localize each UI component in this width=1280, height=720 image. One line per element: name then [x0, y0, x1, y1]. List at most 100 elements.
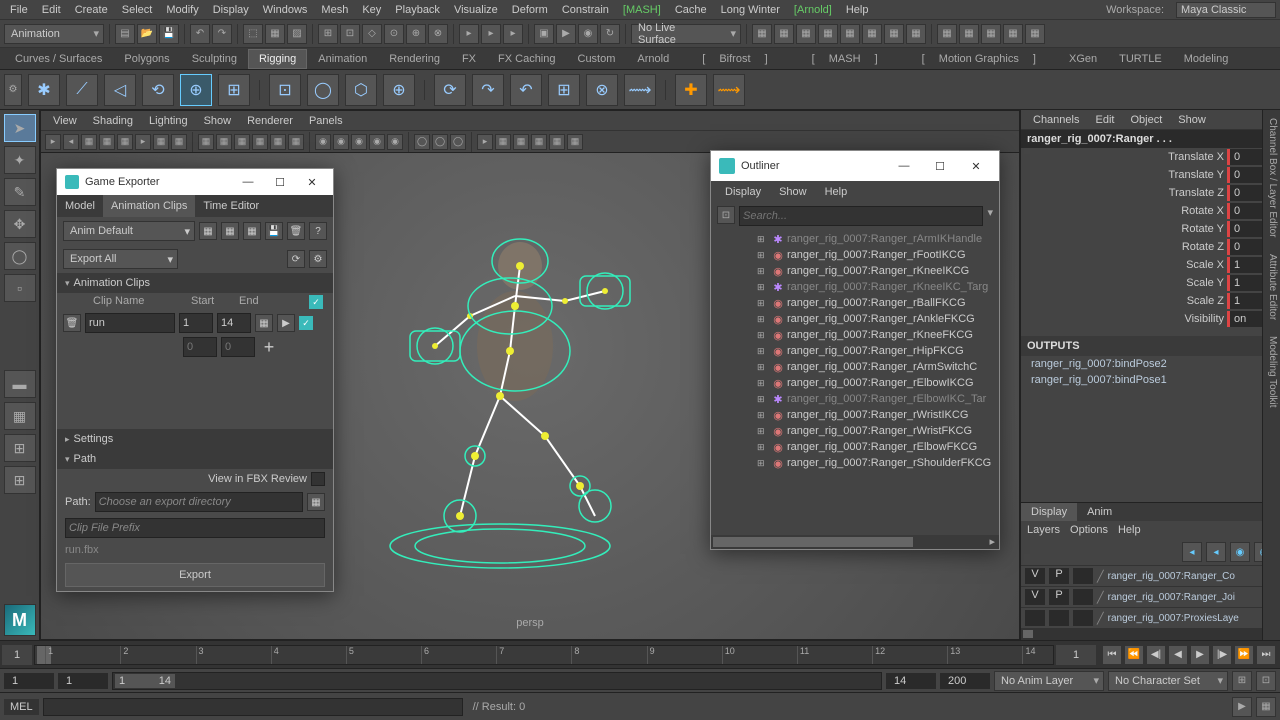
vp-icon[interactable]: ◯ — [414, 134, 430, 150]
menu-create[interactable]: Create — [69, 2, 114, 18]
shelf-icon-14[interactable]: ⊞ — [548, 74, 580, 106]
layer-row[interactable]: ╱ranger_rig_0007:ProxiesLaye — [1021, 607, 1280, 628]
outliner-item[interactable]: ⊞◉ranger_rig_0007:Ranger_rElbowFKCG — [711, 439, 999, 455]
shelf-icon-11[interactable]: ⟳ — [434, 74, 466, 106]
vp-icon[interactable]: ▦ — [270, 134, 286, 150]
output-node[interactable]: ranger_rig_0007:bindPose1 — [1021, 372, 1280, 388]
menu-cache[interactable]: Cache — [669, 2, 713, 18]
outliner-item[interactable]: ⊞◉ranger_rig_0007:Ranger_rKneeIKCG — [711, 263, 999, 279]
vp-menu-view[interactable]: View — [47, 115, 83, 127]
layer-color[interactable] — [1073, 589, 1093, 605]
paint-tool[interactable]: ✎ — [4, 178, 36, 206]
menu-select[interactable]: Select — [116, 2, 159, 18]
shelf-tab-custom[interactable]: Custom — [567, 49, 627, 69]
undo-icon[interactable]: ↶ — [190, 24, 210, 44]
hist-icon-2[interactable]: ▸ — [481, 24, 501, 44]
shelf-tab-fx-caching[interactable]: FX Caching — [487, 49, 566, 69]
layout-icon-4[interactable]: ▦ — [1003, 24, 1023, 44]
shelf-icon-6[interactable]: ⊞ — [218, 74, 250, 106]
shelf-icon-1[interactable]: ✱ — [28, 74, 60, 106]
menu-constrain[interactable]: Constrain — [556, 2, 615, 18]
shelf-icon-12[interactable]: ↷ — [472, 74, 504, 106]
vp-icon[interactable]: ▸ — [135, 134, 151, 150]
vp-menu-show[interactable]: Show — [198, 115, 238, 127]
outliner-item[interactable]: ⊞◉ranger_rig_0007:Ranger_rShoulderFKCG — [711, 455, 999, 471]
outliner-item[interactable]: ⊞◉ranger_rig_0007:Ranger_rElbowIKCG — [711, 375, 999, 391]
shelf-icon-8[interactable]: ◯ — [307, 74, 339, 106]
vp-menu-renderer[interactable]: Renderer — [241, 115, 299, 127]
set-range-icon[interactable]: ▦ — [255, 314, 273, 332]
shelf-tab-curves-surfaces[interactable]: Curves / Surfaces — [4, 49, 113, 69]
layer-menu-help[interactable]: Help — [1118, 524, 1141, 536]
panel-icon-4[interactable]: ▦ — [818, 24, 838, 44]
vp-icon[interactable]: ▦ — [153, 134, 169, 150]
layer-p[interactable] — [1049, 610, 1069, 626]
shelf-icon-13[interactable]: ↶ — [510, 74, 542, 106]
shelf-tab-polygons[interactable]: Polygons — [113, 49, 180, 69]
shelf-icon-4[interactable]: ⟲ — [142, 74, 174, 106]
outliner-item[interactable]: ⊞◉ranger_rig_0007:Ranger_rFootIKCG — [711, 247, 999, 263]
side-tab[interactable]: Channel Box / Layer Editor — [1263, 110, 1280, 246]
expand-icon[interactable]: ⊞ — [757, 234, 769, 245]
outliner-hscroll[interactable]: ▸ — [711, 535, 999, 549]
menu-arnold[interactable]: [Arnold] — [788, 2, 838, 18]
path-input[interactable]: Choose an export directory — [95, 492, 303, 512]
vp-icon[interactable]: ▦ — [198, 134, 214, 150]
channel-label[interactable]: Scale X — [1186, 259, 1230, 271]
snap-icon-3[interactable]: ◇ — [362, 24, 382, 44]
open-icon[interactable]: 📂 — [137, 24, 157, 44]
layer-menu-layers[interactable]: Layers — [1027, 524, 1060, 536]
layer-row[interactable]: VP╱ranger_rig_0007:Ranger_Joi — [1021, 586, 1280, 607]
clip-end-input[interactable] — [217, 313, 251, 333]
snap-icon-4[interactable]: ⊙ — [384, 24, 404, 44]
outliner-titlebar[interactable]: Outliner — ☐ ✕ — [711, 151, 999, 181]
vp-icon[interactable]: ◯ — [450, 134, 466, 150]
fbx-review-checkbox[interactable] — [311, 472, 325, 486]
layout-icon[interactable]: ▦ — [937, 24, 957, 44]
preset-icon[interactable]: ▦ — [221, 222, 239, 240]
expand-icon[interactable]: ⊞ — [757, 282, 769, 293]
hist-icon-3[interactable]: ▸ — [503, 24, 523, 44]
channel-node-name[interactable]: ranger_rig_0007:Ranger . . . — [1021, 130, 1280, 148]
range-end-inner[interactable]: 14 — [886, 673, 936, 689]
preset-icon[interactable]: ▦ — [243, 222, 261, 240]
script-editor-icon[interactable]: ▶ — [1232, 697, 1252, 717]
hist-icon[interactable]: ▸ — [459, 24, 479, 44]
expand-icon[interactable]: ⊞ — [757, 346, 769, 357]
preset-dropdown[interactable]: Anim Default — [63, 221, 195, 241]
scale-tool[interactable]: ▫ — [4, 274, 36, 302]
help-line-icon[interactable]: ▦ — [1256, 697, 1276, 717]
gear-icon[interactable]: ⚙ — [309, 250, 327, 268]
outliner-search[interactable] — [739, 206, 983, 226]
close-button[interactable]: ✕ — [299, 176, 325, 189]
ch-menu-show[interactable]: Show — [1172, 114, 1212, 126]
section-animation-clips[interactable]: Animation Clips — [57, 273, 333, 293]
shelf-icon-9[interactable]: ⬡ — [345, 74, 377, 106]
vp-icon[interactable]: ▦ — [171, 134, 187, 150]
next-key-button[interactable]: ⏩ — [1234, 645, 1254, 665]
save-icon[interactable]: 💾 — [159, 24, 179, 44]
section-path[interactable]: Path — [57, 449, 333, 469]
vp-icon[interactable]: ▦ — [495, 134, 511, 150]
layer-color[interactable] — [1073, 568, 1093, 584]
snap-icon-2[interactable]: ⊡ — [340, 24, 360, 44]
panel-icon-6[interactable]: ▦ — [862, 24, 882, 44]
layer-vis[interactable]: V — [1025, 568, 1045, 584]
layer-vis[interactable] — [1025, 610, 1045, 626]
menu-help[interactable]: Help — [840, 2, 875, 18]
panel-icon-3[interactable]: ▦ — [796, 24, 816, 44]
expand-icon[interactable]: ⊞ — [757, 442, 769, 453]
vp-icon[interactable]: ▸ — [477, 134, 493, 150]
vp-icon[interactable]: ▦ — [117, 134, 133, 150]
layout-four[interactable]: ▦ — [4, 402, 36, 430]
timeline-current[interactable]: 1 — [1056, 645, 1096, 665]
expand-icon[interactable]: ⊞ — [757, 330, 769, 341]
shelf-tab-fx[interactable]: FX — [451, 49, 487, 69]
outliner-menu-display[interactable]: Display — [717, 184, 769, 200]
menu-mash[interactable]: [MASH] — [617, 2, 667, 18]
export-button[interactable]: Export — [65, 563, 325, 587]
browse-icon[interactable]: ▦ — [307, 493, 325, 511]
side-tab[interactable]: Attribute Editor — [1263, 246, 1280, 328]
side-tab[interactable]: Modeling Toolkit — [1263, 328, 1280, 416]
channel-label[interactable]: Scale Y — [1186, 277, 1230, 289]
